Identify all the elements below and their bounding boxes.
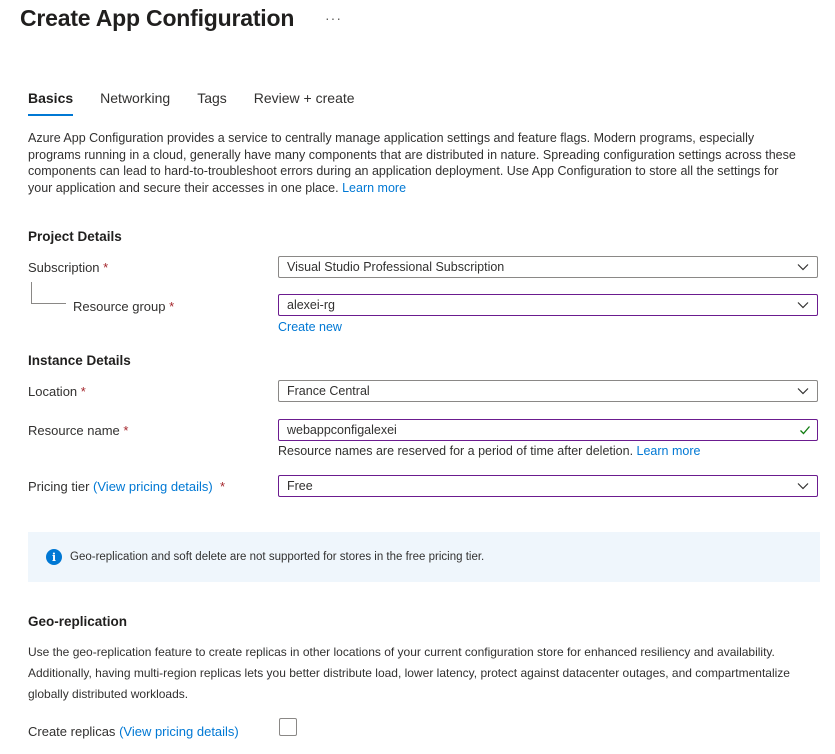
subscription-label: Subscription * xyxy=(28,260,108,275)
more-options-icon[interactable]: ··· xyxy=(325,10,342,26)
pricing-tier-label-text: Pricing tier xyxy=(28,479,90,494)
resource-group-dropdown[interactable]: alexei-rg xyxy=(278,294,818,316)
chevron-down-icon xyxy=(797,483,809,490)
resource-name-label: Resource name * xyxy=(28,423,128,438)
location-label: Location * xyxy=(28,384,86,399)
resource-group-label-text: Resource group xyxy=(73,299,166,314)
pricing-tier-value: Free xyxy=(287,479,313,493)
location-value: France Central xyxy=(287,384,370,398)
instance-details-heading: Instance Details xyxy=(28,353,131,368)
intro-text: Azure App Configuration provides a servi… xyxy=(28,131,796,195)
pricing-tier-dropdown[interactable]: Free xyxy=(278,475,818,497)
subscription-value: Visual Studio Professional Subscription xyxy=(287,260,505,274)
chevron-down-icon xyxy=(797,388,809,395)
tree-connector xyxy=(31,282,66,304)
page-title: Create App Configuration xyxy=(20,5,295,31)
location-label-text: Location xyxy=(28,384,78,399)
chevron-down-icon xyxy=(797,302,809,309)
geo-replication-heading: Geo-replication xyxy=(28,614,128,629)
tab-bar: Basics Networking Tags Review + create xyxy=(28,90,382,116)
tab-tags[interactable]: Tags xyxy=(197,90,227,116)
create-replicas-label: Create replicas (View pricing details) xyxy=(28,724,239,739)
project-details-heading: Project Details xyxy=(28,229,122,244)
required-marker: * xyxy=(219,479,226,494)
checkmark-icon xyxy=(800,426,810,435)
resource-group-label: Resource group * xyxy=(73,299,174,314)
tab-basics[interactable]: Basics xyxy=(28,90,74,116)
subscription-dropdown[interactable]: Visual Studio Professional Subscription xyxy=(278,256,818,278)
info-banner: i Geo-replication and soft delete are no… xyxy=(28,532,820,582)
tab-networking[interactable]: Networking xyxy=(100,90,170,116)
location-dropdown[interactable]: France Central xyxy=(278,380,818,402)
required-marker: * xyxy=(103,260,109,275)
chevron-down-icon xyxy=(797,264,809,271)
resource-name-learn-more-link[interactable]: Learn more xyxy=(637,444,701,458)
pricing-details-link[interactable]: (View pricing details) xyxy=(93,479,213,494)
geo-replication-description: Use the geo-replication feature to creat… xyxy=(28,645,790,701)
create-new-link[interactable]: Create new xyxy=(278,320,342,334)
tab-review-create[interactable]: Review + create xyxy=(254,90,355,116)
info-banner-text: Geo-replication and soft delete are not … xyxy=(70,551,485,563)
pricing-tier-label: Pricing tier (View pricing details) * xyxy=(28,479,225,494)
subscription-label-text: Subscription xyxy=(28,260,100,275)
resource-name-hint: Resource names are reserved for a period… xyxy=(278,444,700,458)
intro-learn-more-link[interactable]: Learn more xyxy=(342,181,406,195)
resource-name-label-text: Resource name xyxy=(28,423,120,438)
resource-group-value: alexei-rg xyxy=(287,298,335,312)
intro-description: Azure App Configuration provides a servi… xyxy=(28,130,798,196)
required-marker: * xyxy=(169,299,175,314)
replicas-pricing-details-link[interactable]: (View pricing details) xyxy=(119,724,239,739)
create-replicas-checkbox[interactable] xyxy=(279,718,297,736)
required-marker: * xyxy=(123,423,129,438)
create-replicas-label-text: Create replicas xyxy=(28,724,116,739)
info-icon: i xyxy=(46,549,62,565)
required-marker: * xyxy=(80,384,86,399)
resource-name-hint-text: Resource names are reserved for a period… xyxy=(278,444,634,458)
resource-name-value: webappconfigalexei xyxy=(287,423,397,437)
resource-name-input[interactable]: webappconfigalexei xyxy=(278,419,818,441)
